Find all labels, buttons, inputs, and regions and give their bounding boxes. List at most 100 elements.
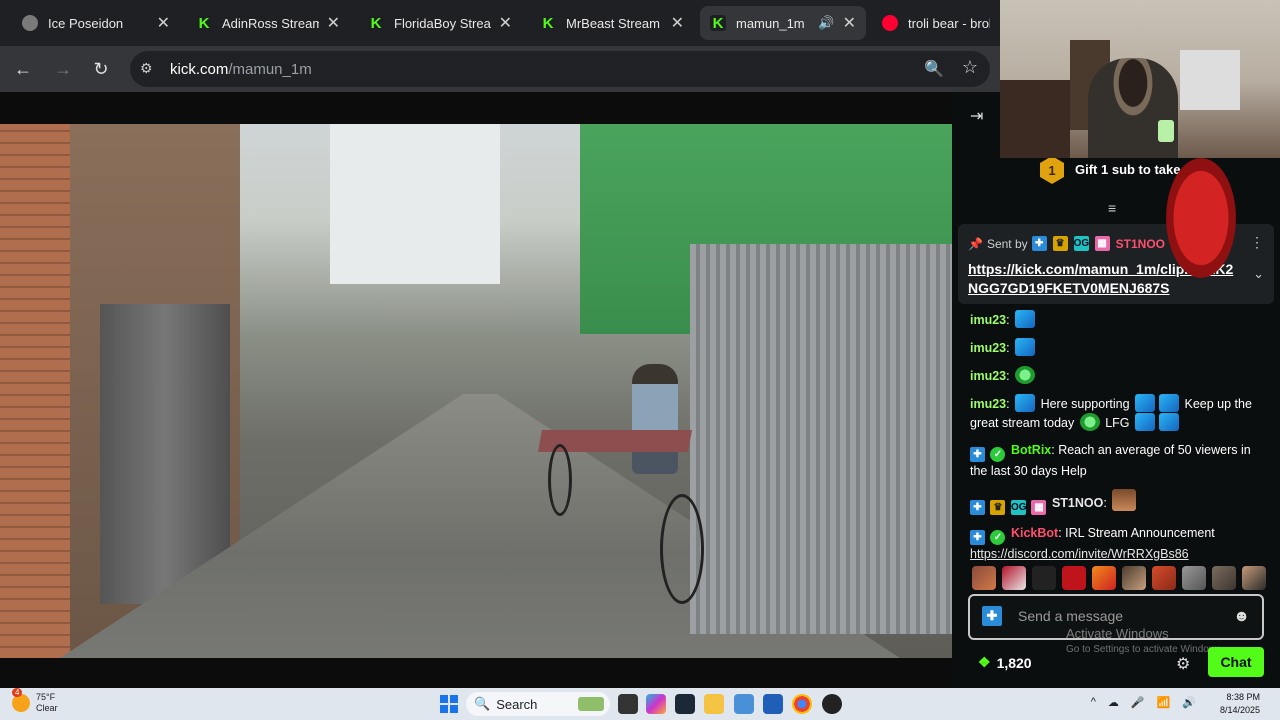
- chrome-icon[interactable]: [792, 694, 812, 714]
- kick-icon: K: [540, 15, 556, 32]
- avatar[interactable]: [1062, 566, 1086, 590]
- channel-points[interactable]: ❖ 1,820: [978, 654, 1032, 671]
- weather-widget[interactable]: 4 75°F Clear: [12, 688, 58, 714]
- avatar[interactable]: [1242, 566, 1266, 590]
- send-chat-button[interactable]: Chat: [1208, 647, 1264, 677]
- video-rickshaw: [538, 364, 710, 604]
- sent-by-label: Sent by: [986, 236, 1028, 251]
- chat-link[interactable]: https://discord.com/invite/WrRRXgBs86: [970, 547, 1189, 561]
- points-value: 1,820: [996, 654, 1032, 671]
- search-highlight-icon: [578, 697, 604, 711]
- face-emote-icon: [1112, 489, 1137, 511]
- video-sky: [330, 124, 500, 284]
- pinned-sender-name[interactable]: ST1NOO: [1116, 237, 1165, 251]
- viewer-avatars: [972, 566, 1272, 590]
- windows-start-icon[interactable]: [440, 695, 458, 713]
- close-icon[interactable]: ✕: [671, 13, 684, 33]
- microphone-icon[interactable]: 🎤: [1131, 696, 1145, 709]
- chat-username[interactable]: imu23: [970, 397, 1006, 411]
- avatar[interactable]: [1032, 566, 1056, 590]
- temperature: 75°F: [36, 692, 56, 702]
- task-view-icon[interactable]: [618, 694, 638, 714]
- weather-badge: 4: [12, 688, 23, 697]
- video-wheel: [660, 494, 704, 604]
- close-icon[interactable]: ✕: [157, 13, 170, 33]
- avatar[interactable]: [1182, 566, 1206, 590]
- reload-icon[interactable]: ↻: [88, 56, 114, 82]
- verified-badge-icon: ✓: [990, 447, 1006, 462]
- close-icon[interactable]: ✕: [327, 13, 340, 33]
- badge-icon[interactable]: ✚: [982, 606, 1002, 626]
- chat-username[interactable]: BotRix: [1011, 443, 1051, 457]
- copilot-icon[interactable]: [646, 694, 666, 714]
- webcam-overlay: [1000, 0, 1280, 158]
- expand-list-icon[interactable]: ≡: [1108, 200, 1116, 216]
- avatar[interactable]: [972, 566, 996, 590]
- avatar[interactable]: [1122, 566, 1146, 590]
- taskbar-search[interactable]: 🔍 Search: [466, 692, 610, 716]
- more-options-icon[interactable]: ⋮: [1250, 234, 1264, 251]
- chat-text: Here supporting: [1040, 397, 1130, 411]
- site-info-icon[interactable]: ⚙: [140, 60, 158, 78]
- activate-windows-subtext: Go to Settings to activate Windows.: [1066, 644, 1224, 655]
- video-frame[interactable]: [0, 124, 952, 658]
- tab-mamun[interactable]: K mamun_1m 🔊 ✕: [700, 6, 866, 40]
- weather-condition: Clear: [36, 703, 58, 713]
- bookmark-star-icon[interactable]: ☆: [962, 57, 978, 78]
- avatar[interactable]: [1092, 566, 1116, 590]
- colon: :: [1006, 313, 1014, 327]
- chat-message: ✚ ✓ KickBot: IRL Stream Announcement htt…: [970, 524, 1270, 563]
- url-path: /mamun_1m: [228, 60, 312, 78]
- app-icon[interactable]: [734, 694, 754, 714]
- tab-adinross[interactable]: K AdinRoss Stream ✕: [186, 6, 350, 40]
- back-arrow-icon[interactable]: ←: [10, 56, 36, 82]
- video-brick-column: [0, 124, 70, 658]
- chat-username[interactable]: imu23: [970, 341, 1006, 355]
- avatar[interactable]: [1212, 566, 1236, 590]
- forward-arrow-icon[interactable]: →: [50, 56, 76, 82]
- badge-icon: ✚: [1031, 236, 1047, 251]
- obs-icon[interactable]: [822, 694, 842, 714]
- avatar[interactable]: [1152, 566, 1176, 590]
- taskbar: 4 75°F Clear 🔍 Search ^ ☁ 🎤 📶 🔊 8:38 PM …: [0, 688, 1280, 720]
- emote-icon: [1015, 310, 1036, 328]
- close-icon[interactable]: ✕: [843, 13, 856, 33]
- zoom-icon[interactable]: 🔍: [924, 59, 944, 79]
- chat-message-input[interactable]: [1018, 608, 1228, 624]
- speaker-icon[interactable]: 🔊: [818, 15, 834, 31]
- tab-ice-poseidon[interactable]: Ice Poseidon ✕: [12, 6, 180, 40]
- colon: :: [1006, 397, 1014, 411]
- cloud-icon[interactable]: ☁: [1108, 696, 1119, 709]
- chevron-up-icon[interactable]: ^: [1091, 696, 1096, 709]
- emote-icon: [1159, 394, 1180, 412]
- close-icon[interactable]: ✕: [499, 13, 512, 33]
- chat-username[interactable]: imu23: [970, 313, 1006, 327]
- tab-bar: Ice Poseidon ✕ K AdinRoss Stream ✕ K Flo…: [0, 0, 1000, 46]
- system-clock[interactable]: 8:38 PM 8/14/2025: [1220, 691, 1260, 717]
- chat-message: ✚ ♛ OG ▦ ST1NOO:: [970, 489, 1270, 515]
- steam-icon[interactable]: [675, 694, 695, 714]
- collapse-chat-icon[interactable]: ⇥: [970, 106, 983, 126]
- chat-username[interactable]: ST1NOO: [1052, 496, 1103, 510]
- chat-username[interactable]: imu23: [970, 369, 1006, 383]
- avatar[interactable]: [1002, 566, 1026, 590]
- verified-badge-icon: ✓: [990, 530, 1006, 545]
- url-field[interactable]: ⚙ kick.com/mamun_1m 🔍 ☆: [130, 51, 990, 87]
- tab-troli-bear[interactable]: troli bear - broke: [872, 6, 1000, 40]
- wifi-icon[interactable]: 📶: [1157, 696, 1171, 709]
- heart-emote-icon: [1079, 413, 1100, 431]
- emoji-icon[interactable]: ☻: [1233, 608, 1250, 626]
- tab-floridaboy[interactable]: K FloridaBoy Stream ✕: [358, 6, 522, 40]
- store-icon[interactable]: [763, 694, 783, 714]
- video-player[interactable]: [0, 92, 952, 688]
- webcam-cup: [1158, 120, 1174, 142]
- volume-icon[interactable]: 🔊: [1182, 696, 1196, 709]
- chat-text: LFG: [1105, 416, 1130, 430]
- tab-mrbeast[interactable]: K MrBeast Stream ✕: [530, 6, 694, 40]
- chevron-down-icon[interactable]: ⌄: [1253, 266, 1264, 282]
- chat-username[interactable]: KickBot: [1011, 526, 1058, 540]
- badge-icon: ✚: [970, 447, 985, 462]
- gear-icon[interactable]: ⚙: [1176, 654, 1190, 674]
- file-explorer-icon[interactable]: [704, 694, 724, 714]
- heart-emote-icon: [1015, 366, 1036, 384]
